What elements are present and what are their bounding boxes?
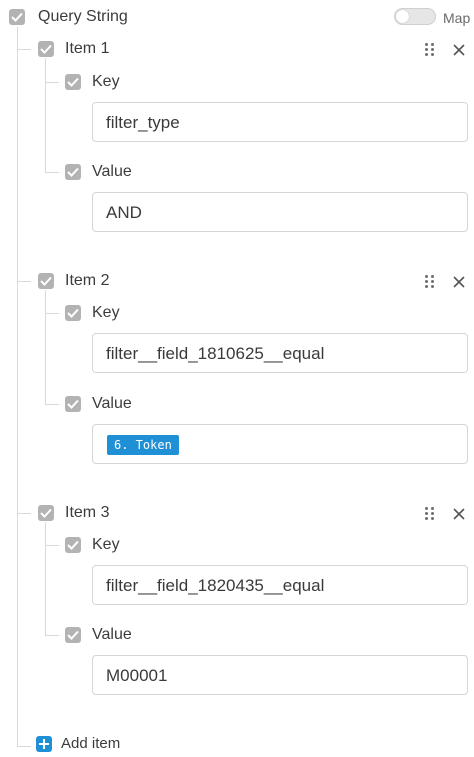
- toggle-knob: [396, 10, 409, 23]
- check-icon: [67, 630, 79, 640]
- item-1-value-value: AND: [106, 203, 142, 222]
- item-2-value-input[interactable]: 6. Token: [92, 424, 468, 464]
- item-3-value-input[interactable]: M00001: [92, 655, 468, 695]
- item-3-title: Item 3: [65, 504, 110, 521]
- check-icon: [40, 508, 52, 518]
- tree-line-item2: [45, 290, 46, 404]
- item-1-value-checkbox[interactable]: [65, 164, 81, 180]
- check-icon: [67, 399, 79, 409]
- close-icon[interactable]: [452, 507, 466, 521]
- item-1-key-input[interactable]: filter_type: [92, 102, 468, 142]
- add-item-button[interactable]: Add item: [61, 734, 120, 754]
- item-1-checkbox[interactable]: [38, 41, 54, 57]
- item-2-value-checkbox[interactable]: [65, 396, 81, 412]
- item-3-value-value: M00001: [106, 666, 168, 685]
- token-pill[interactable]: 6. Token: [107, 435, 179, 455]
- item-2-key-checkbox[interactable]: [65, 305, 81, 321]
- check-icon: [67, 77, 79, 87]
- drag-handle-icon[interactable]: [425, 507, 435, 521]
- tree-branch-item2-key: [45, 313, 59, 314]
- item-2-key-value: filter__field_1810625__equal: [106, 344, 325, 363]
- item-1-key-value: filter_type: [106, 113, 180, 132]
- item-3-value-checkbox[interactable]: [65, 627, 81, 643]
- item-1-key-checkbox[interactable]: [65, 74, 81, 90]
- check-icon: [67, 308, 79, 318]
- tree-line-root: [17, 27, 18, 747]
- query-string-label: Query String: [38, 8, 128, 25]
- item-2-title: Item 2: [65, 272, 110, 289]
- item-3-checkbox[interactable]: [38, 505, 54, 521]
- tree-branch-item1: [17, 49, 31, 50]
- item-2-checkbox[interactable]: [38, 273, 54, 289]
- item-3-value-label: Value: [92, 626, 132, 643]
- item-1-value-label: Value: [92, 163, 132, 180]
- item-2-value-label: Value: [92, 395, 132, 412]
- item-2-key-label: Key: [92, 304, 120, 321]
- drag-handle-icon[interactable]: [425, 43, 435, 57]
- map-toggle-label: Map: [443, 10, 471, 26]
- tree-branch-item3-key: [45, 545, 59, 546]
- tree-branch-item2-value: [45, 404, 59, 405]
- tree-line-item3: [45, 522, 46, 636]
- close-icon[interactable]: [452, 43, 466, 57]
- query-string-checkbox[interactable]: [9, 9, 25, 25]
- tree-branch-item3: [17, 513, 31, 514]
- item-3-key-checkbox[interactable]: [65, 537, 81, 553]
- check-icon: [67, 167, 79, 177]
- check-icon: [67, 540, 79, 550]
- tree-branch-add: [17, 746, 31, 747]
- tree-branch-item3-value: [45, 635, 59, 636]
- item-2-key-input[interactable]: filter__field_1810625__equal: [92, 333, 468, 373]
- tree-branch-item1-key: [45, 82, 59, 83]
- check-icon: [40, 44, 52, 54]
- item-3-key-value: filter__field_1820435__equal: [106, 576, 325, 595]
- item-3-key-input[interactable]: filter__field_1820435__equal: [92, 565, 468, 605]
- check-icon: [40, 276, 52, 286]
- item-1-value-input[interactable]: AND: [92, 192, 468, 232]
- close-icon[interactable]: [452, 275, 466, 289]
- plus-icon[interactable]: [36, 736, 52, 752]
- map-toggle[interactable]: [394, 8, 436, 25]
- item-3-key-label: Key: [92, 536, 120, 553]
- tree-branch-item1-value: [45, 172, 59, 173]
- item-1-key-label: Key: [92, 73, 120, 90]
- check-icon: [11, 12, 23, 22]
- tree-line-item1: [45, 58, 46, 172]
- tree-branch-item2: [17, 281, 31, 282]
- drag-handle-icon[interactable]: [425, 275, 435, 289]
- item-1-title: Item 1: [65, 40, 110, 57]
